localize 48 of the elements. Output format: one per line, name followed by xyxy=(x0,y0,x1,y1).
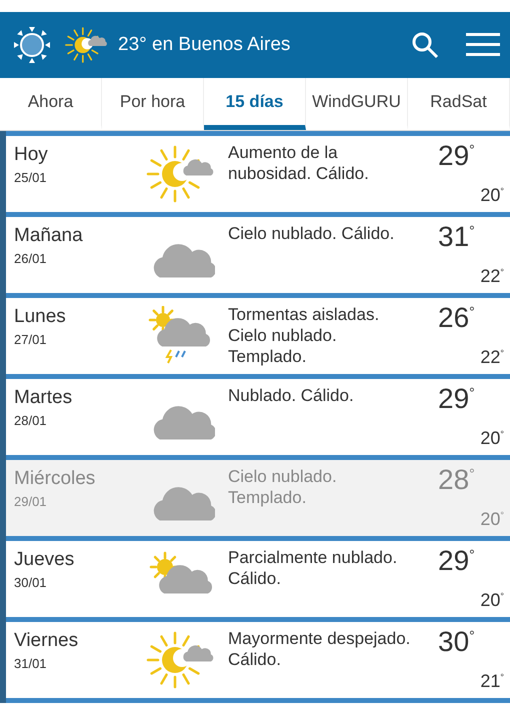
forecast-row[interactable]: Jueves 30/01 Parcialmente nublado. Cálido. 29$^{°}$ 20$^{°}$ xyxy=(6,536,510,617)
date: 28/01 xyxy=(14,413,48,428)
weather-description: Aumento de la nubosidad. Cálido. xyxy=(227,142,370,185)
weather-description: Cielo nublado. Cálido. xyxy=(227,223,396,245)
date: 26/01 xyxy=(14,251,48,266)
day-name: Lunes xyxy=(14,306,67,328)
max-temperature: 29$^{°}$ xyxy=(437,382,476,415)
sun-cloud-icon xyxy=(145,630,215,690)
menu-icon[interactable] xyxy=(466,32,500,58)
max-temperature: 28$^{°}$ xyxy=(437,463,476,496)
weather-description: Parcialmente nublado. Cálido. xyxy=(227,547,398,590)
day-name: Viernes xyxy=(14,630,80,652)
day-name: Miércoles xyxy=(14,468,96,490)
max-temperature: 30$^{°}$ xyxy=(437,625,476,658)
min-temperature: 22$^{°}$ xyxy=(480,266,504,288)
date: 29/01 xyxy=(14,494,48,509)
date: 25/01 xyxy=(14,170,48,185)
forecast-row[interactable]: Mañana 26/01 Cielo nublado. Cálido. 31$^{°}$ 22$^{°}$ xyxy=(6,212,510,293)
min-temperature: 20$^{°}$ xyxy=(480,590,504,612)
date: 30/01 xyxy=(14,575,48,590)
date: 31/01 xyxy=(14,656,48,671)
max-temperature: 29$^{°}$ xyxy=(437,544,476,577)
min-temperature: 20$^{°}$ xyxy=(480,185,504,207)
min-temperature: 20$^{°}$ xyxy=(480,509,504,531)
forecast-row[interactable]: Martes 28/01 Nublado. Cálido. 29$^{°}$ 20$^{°}$ xyxy=(6,374,510,455)
max-temperature: 29$^{°}$ xyxy=(437,139,476,172)
day-name: Mañana xyxy=(14,225,84,247)
forecast-row[interactable]: Viernes 31/01 Mayormente despejado. Cálido. 30$^{°}$ 21$^{°}$ xyxy=(6,617,510,703)
forecast-row[interactable]: Hoy 25/01 Aumento de la nubosidad. Cálido. 29$^{°}$ 20$^{°}$ xyxy=(6,131,510,212)
tab[interactable]: 15 días xyxy=(204,78,306,130)
location-title: 23° en Buenos Aires xyxy=(118,34,292,56)
weather-description: Tormentas aisladas. Cielo nublado. Templado. xyxy=(227,304,380,368)
weather-description: Cielo nublado. Templado. xyxy=(227,466,338,509)
sun-cloud-icon xyxy=(145,144,215,204)
sun-cloud-icon xyxy=(64,25,108,65)
min-temperature: 22$^{°}$ xyxy=(480,347,504,369)
max-temperature: 26$^{°}$ xyxy=(437,301,476,334)
day-name: Jueves xyxy=(14,549,76,571)
day-name: Hoy xyxy=(14,144,49,166)
forecast-row[interactable]: Lunes 27/01 Tormentas aisladas. Cielo nublado. Templado. 26$^{°}$ 22$^{°}$ xyxy=(6,293,510,374)
min-temperature: 20$^{°}$ xyxy=(480,428,504,450)
date: 27/01 xyxy=(14,332,48,347)
max-temperature: 31$^{°}$ xyxy=(437,220,476,253)
weather-description: Mayormente despejado. Cálido. xyxy=(227,628,412,671)
weather-description: Nublado. Cálido. xyxy=(227,385,355,407)
min-temperature: 21$^{°}$ xyxy=(480,671,504,693)
day-name: Martes xyxy=(14,387,74,409)
search-icon[interactable] xyxy=(410,30,440,60)
